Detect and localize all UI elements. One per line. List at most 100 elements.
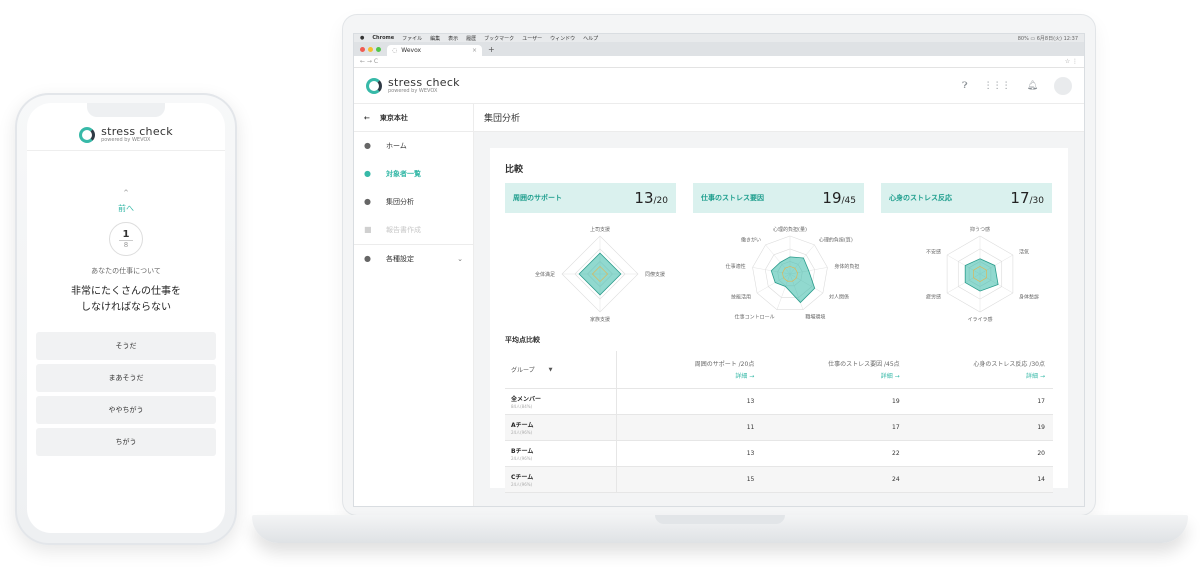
sidebar-item-label: 各種設定	[386, 255, 414, 263]
table-cell: 11	[746, 424, 755, 431]
table-row[interactable]: Cチーム 24人(96%) 15 24 14	[505, 467, 1053, 493]
page-title: 集団分析	[474, 104, 1084, 132]
question-counter: 1 8	[109, 222, 143, 256]
close-window-icon[interactable]	[360, 46, 365, 52]
address-bar: ← → C ☆ ⋮	[354, 56, 1084, 68]
group-name: Bチーム	[511, 447, 534, 455]
table-cell: 17	[1037, 398, 1045, 405]
question-total: 8	[119, 239, 133, 250]
browser-tabbar: ◌ Wevox × +	[354, 42, 1084, 56]
sidebar-item-home[interactable]: ● ホーム	[354, 132, 473, 160]
table-cell: 20	[1037, 450, 1045, 457]
apple-icon[interactable]: ●	[360, 35, 364, 41]
table-body: 全メンバー 84人(84%) 13 19 17 Aチーム 24人(96%) 11 1…	[505, 389, 1053, 493]
group-count: 24人(96%)	[511, 481, 533, 487]
group-name: 全メンバー	[511, 395, 542, 403]
dropdown-icon[interactable]: ▼	[549, 367, 553, 373]
question-number: 1	[122, 228, 130, 240]
browser-tab[interactable]: ◌ Wevox ×	[387, 45, 482, 56]
score-support: 周囲のサポート 13/20	[505, 183, 676, 213]
column-label: 仕事のストレス要因 /45点	[828, 361, 900, 368]
table-row[interactable]: Bチーム 24人(96%) 13 22 20	[505, 441, 1053, 467]
new-tab-icon[interactable]: +	[488, 45, 495, 54]
table-row[interactable]: 全メンバー 84人(84%) 13 19 17	[505, 389, 1053, 415]
column-label: 心身のストレス反応 /30点	[973, 361, 1045, 368]
radar-area	[964, 258, 999, 292]
answer-option[interactable]: ややちがう	[36, 396, 216, 424]
radar-label: 同僚支援	[645, 271, 665, 278]
app-logo[interactable]: stress check powered by WEVOX	[366, 77, 460, 94]
menubar-item[interactable]: 履歴	[466, 35, 476, 42]
sidebar-item-targets[interactable]: ● 対象者一覧	[354, 160, 473, 188]
score-summary: 周囲のサポート 13/20 仕事のストレス要因 19/45 心身のストレス反応 …	[505, 183, 1053, 213]
minimize-window-icon[interactable]	[368, 46, 373, 52]
apps-grid-icon[interactable]: ⋮⋮⋮	[984, 81, 1011, 91]
radar-label: 仕事コントロール	[735, 313, 775, 320]
radar-label: 家族支援	[590, 316, 610, 323]
avg-table: グループ ▼ 周囲のサポート /20点 詳細 → 仕事のストレス要因 /45点 …	[505, 351, 1053, 493]
table-cell: 13	[746, 450, 755, 457]
group-count: 84人(84%)	[511, 403, 533, 409]
group-name: Cチーム	[511, 473, 534, 481]
score-max: /45	[841, 196, 856, 206]
laptop-screen: ● Chrome ファイル 編集 表示 履歴 ブックマーク ユーザー ウィンドウ…	[353, 33, 1085, 507]
document-icon: ■	[364, 225, 372, 234]
answer-option[interactable]: まあそうだ	[36, 364, 216, 392]
comparison-title: 比較	[505, 165, 524, 175]
table-cell: 19	[1037, 424, 1045, 431]
avatar[interactable]	[1054, 76, 1072, 95]
chevron-up-icon[interactable]: ⌃	[27, 189, 225, 199]
radar-chart-stressors: 心理的負担(量) 心理的負担(質) 身体的負担対人関係職場環境 仕事コントロール 技能活…	[726, 226, 860, 320]
help-icon[interactable]: ❓︎	[962, 81, 967, 91]
chevron-down-icon[interactable]: ⌄	[457, 255, 463, 263]
answer-option[interactable]: ちがう	[36, 428, 216, 456]
maximize-window-icon[interactable]	[376, 46, 381, 52]
menubar-item[interactable]: ユーザー	[522, 35, 542, 42]
menubar-item[interactable]: 編集	[430, 35, 440, 42]
tab-title: Wevox	[401, 47, 422, 54]
column-header: 周囲のサポート /20点 詳細 →	[617, 351, 762, 388]
answer-options: そうだ まあそうだ ややちがう ちがう	[36, 332, 216, 456]
menubar-item[interactable]: Chrome	[372, 35, 394, 41]
sidebar-item-settings[interactable]: ● 各種設定 ⌄	[354, 245, 473, 273]
menubar-item[interactable]: ファイル	[402, 35, 422, 42]
menubar-item[interactable]: ウィンドウ	[550, 35, 575, 42]
bell-icon[interactable]: 🔔︎	[1027, 81, 1038, 91]
sidebar-header: ← 東京本社	[354, 104, 473, 132]
menubar-item[interactable]: ブックマーク	[484, 35, 514, 42]
close-tab-icon[interactable]: ×	[472, 47, 477, 54]
detail-link[interactable]: 詳細 →	[762, 371, 900, 380]
column-header: 仕事のストレス要因 /45点 詳細 →	[762, 351, 907, 388]
detail-link[interactable]: 詳細 →	[617, 371, 754, 380]
app-logo: stress check powered by WEVOX	[79, 126, 173, 143]
radar-area	[770, 256, 816, 304]
radar-label: 働きがい	[741, 237, 761, 244]
column-header: 心身のストレス反応 /30点 詳細 →	[908, 351, 1053, 388]
check-logo-icon	[366, 77, 382, 94]
menubar-item[interactable]: 表示	[448, 35, 458, 42]
group-name: Aチーム	[511, 421, 534, 429]
nav-buttons[interactable]: ← → C	[360, 58, 378, 65]
person-icon: ●	[364, 254, 371, 263]
radar-label: 心理的負担(質)	[819, 237, 853, 244]
radar-chart-support: 上司支援同僚支援家族支援 全体満足	[535, 226, 665, 323]
address-icons[interactable]: ☆ ⋮	[1065, 58, 1078, 65]
radar-label: 心理的負担(量)	[773, 226, 807, 233]
group-count: 24人(96%)	[511, 429, 533, 435]
radar-label: 全体満足	[535, 271, 555, 278]
sidebar-item-group-analysis[interactable]: ● 集団分析	[354, 188, 473, 216]
table-cell: 24	[892, 476, 900, 483]
person-icon: ●	[364, 141, 371, 150]
table-row[interactable]: Aチーム 24人(96%) 11 17 19	[505, 415, 1053, 441]
laptop-base-notch	[655, 515, 785, 524]
org-name: 東京本社	[379, 113, 408, 122]
answer-option[interactable]: そうだ	[36, 332, 216, 360]
back-arrow-icon[interactable]: ←	[364, 114, 370, 122]
table-cell: 17	[892, 424, 900, 431]
prev-question-link[interactable]: 前へ	[27, 203, 225, 214]
group-selector[interactable]: グループ ▼	[505, 351, 617, 388]
detail-link[interactable]: 詳細 →	[908, 371, 1045, 380]
person-icon: ●	[364, 197, 371, 206]
menubar-item[interactable]: ヘルプ	[583, 35, 598, 42]
radar-label: 疲労感	[926, 294, 941, 301]
